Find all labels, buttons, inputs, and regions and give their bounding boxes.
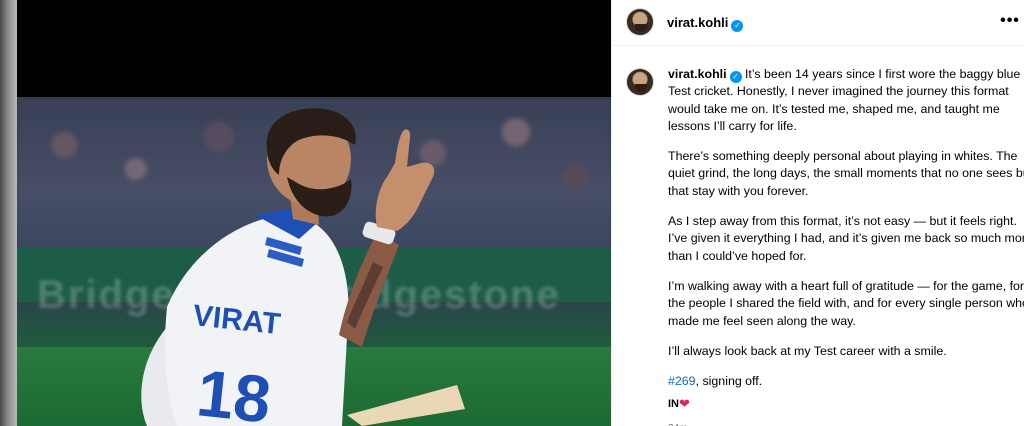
caption-paragraph: virat.kohli ✓ It’s been 14 years since I …	[668, 66, 1024, 135]
header-username-text[interactable]: virat.kohli	[667, 15, 728, 30]
profile-avatar[interactable]	[626, 8, 654, 36]
hashtag-tail: , signing off.	[695, 374, 763, 389]
post-photo: Bridgestone Bridgestone VIRAT 18	[17, 97, 611, 426]
signoff-text: IN	[668, 398, 679, 411]
heart-icon: ❤	[679, 396, 690, 412]
signoff-line: IN❤	[668, 397, 1024, 411]
caption-paragraph: There’s something deeply personal about …	[668, 149, 1024, 198]
caption-username[interactable]: virat.kohli	[668, 67, 727, 81]
more-options-button[interactable]: •••	[999, 12, 1021, 32]
caption-body: virat.kohli ✓ It’s been 14 years since I …	[668, 66, 1024, 426]
caption-paragraph: I’m walking away with a heart full of gr…	[668, 278, 1024, 328]
caption-block: virat.kohli ✓ It’s been 14 years since I …	[626, 66, 1024, 426]
caption-avatar[interactable]	[626, 68, 654, 96]
post-sidebar: virat.kohli ✓ ••• virat.kohli ✓ It’s been …	[611, 0, 1024, 426]
header-username[interactable]: virat.kohli ✓	[667, 15, 744, 32]
hashtag-link[interactable]: #269	[668, 374, 696, 388]
post-timestamp[interactable]: 24m	[668, 420, 1024, 426]
verified-badge-icon: ✓	[731, 20, 744, 32]
caption-paragraph: As I step away from this format, it’s no…	[668, 214, 1024, 263]
player-figure: VIRAT 18	[141, 108, 465, 426]
jersey-number: 18	[194, 355, 275, 426]
verified-badge-icon: ✓	[729, 71, 742, 83]
post-media[interactable]: Bridgestone Bridgestone VIRAT 18	[17, 0, 611, 426]
caption-paragraph: I’ll always look back at my Test career …	[668, 343, 947, 358]
media-letterbox	[17, 0, 611, 97]
caption-paragraph: #269, signing off.	[668, 373, 1024, 390]
post-header: virat.kohli ✓ •••	[612, 0, 1024, 46]
modal-backdrop[interactable]	[0, 0, 17, 426]
